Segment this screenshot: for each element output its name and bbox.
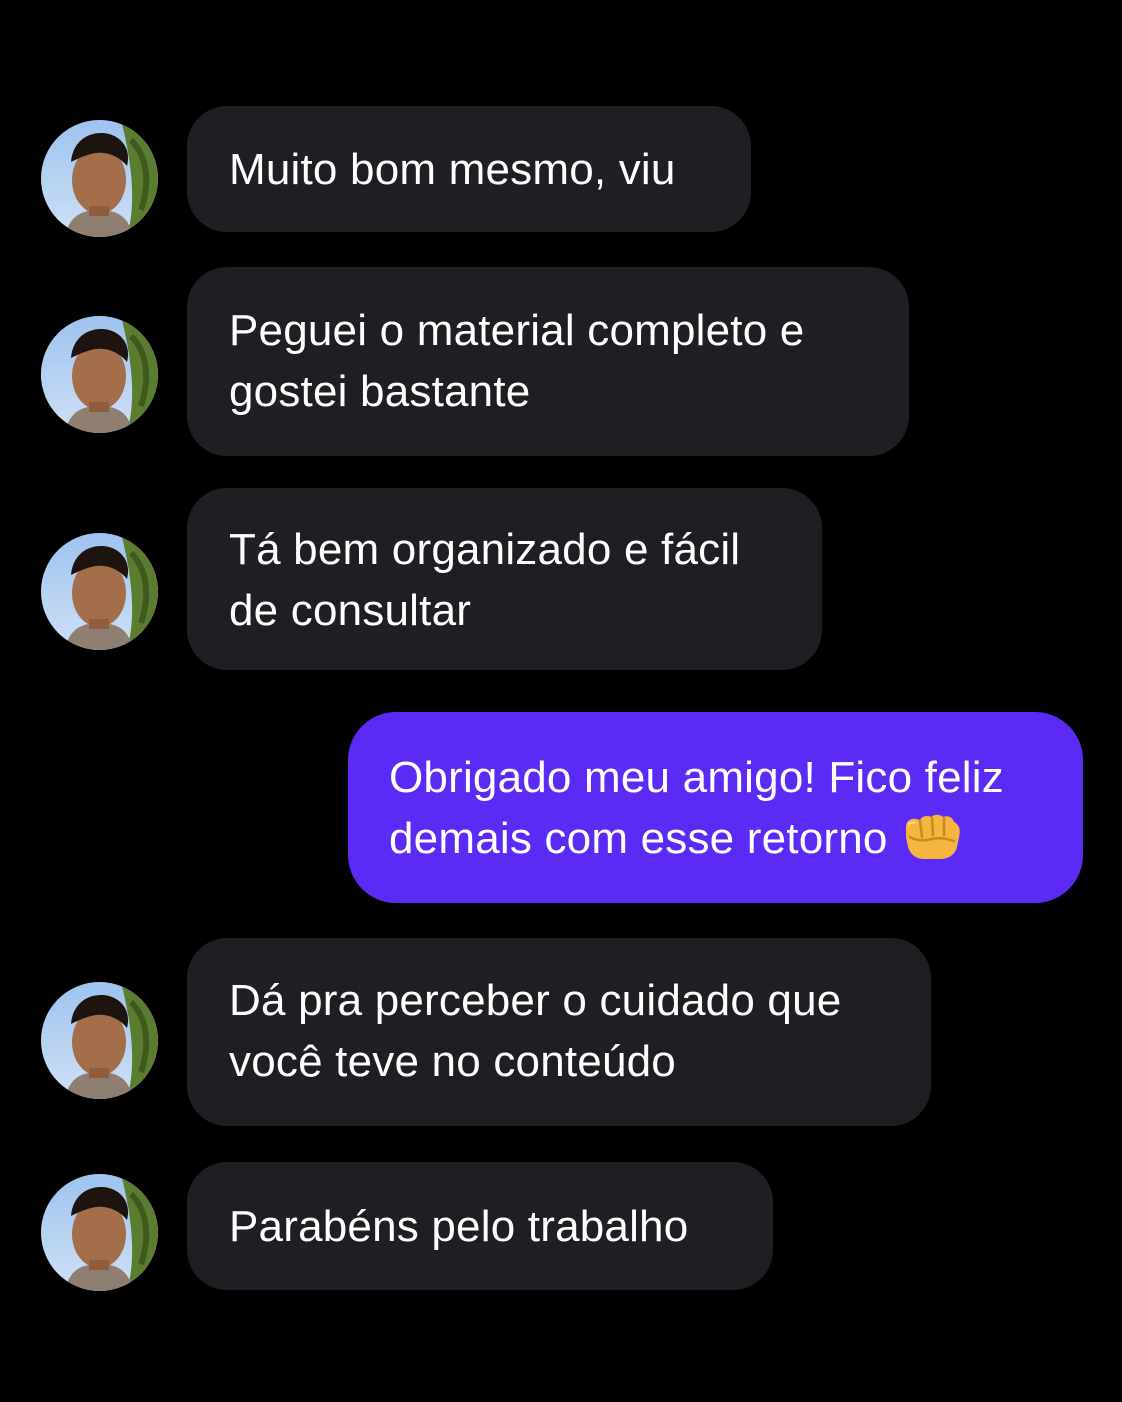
contact-avatar-photo: [41, 120, 158, 237]
message-bubble-incoming[interactable]: Dá pra perceber o cuidado que você teve …: [187, 938, 931, 1126]
message-bubble-incoming[interactable]: Tá bem organizado e fácil de consultar: [187, 488, 822, 670]
message-bubble-outgoing[interactable]: Obrigado meu amigo! Fico feliz demais co…: [348, 712, 1083, 903]
oncoming-fist-icon: [905, 814, 960, 859]
message-text: você teve no conteúdo: [229, 1037, 676, 1086]
contact-avatar[interactable]: [41, 982, 158, 1099]
contact-avatar[interactable]: [41, 533, 158, 650]
contact-avatar[interactable]: [41, 120, 158, 237]
message-text: demais com esse retorno: [389, 814, 888, 863]
message-text: Dá pra perceber o cuidado que: [229, 976, 842, 1025]
message-bubble-incoming[interactable]: Muito bom mesmo, viu: [187, 106, 751, 232]
contact-avatar[interactable]: [41, 316, 158, 433]
contact-avatar-photo: [41, 1174, 158, 1291]
message-text: gostei bastante: [229, 367, 531, 416]
message-text-with-emoji: demais com esse retorno: [389, 808, 1083, 869]
contact-avatar[interactable]: [41, 1174, 158, 1291]
contact-avatar-photo: [41, 982, 158, 1099]
contact-avatar-photo: [41, 533, 158, 650]
message-text: de consultar: [229, 586, 472, 635]
contact-avatar-photo: [41, 316, 158, 433]
message-text: Obrigado meu amigo! Fico feliz: [389, 753, 1004, 802]
message-text: Tá bem organizado e fácil: [229, 525, 741, 574]
message-text: Muito bom mesmo, viu: [229, 145, 676, 194]
message-text: Peguei o material completo e: [229, 306, 805, 355]
message-bubble-incoming[interactable]: Peguei o material completo e gostei bast…: [187, 267, 909, 456]
message-text: Parabéns pelo trabalho: [229, 1202, 689, 1251]
message-bubble-incoming[interactable]: Parabéns pelo trabalho: [187, 1162, 773, 1290]
